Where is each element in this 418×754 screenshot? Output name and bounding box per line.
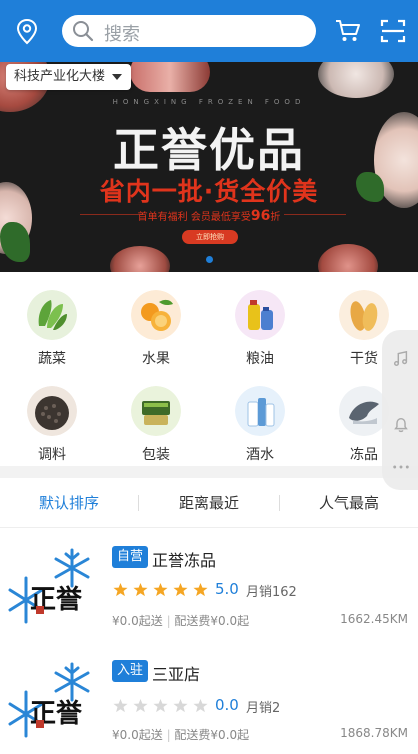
store-fees: ¥0.0起送 | 配送费¥0.0起 (112, 726, 249, 743)
banner-food-image (110, 246, 170, 272)
fruit-icon (131, 290, 181, 340)
packaging-icon (131, 386, 181, 436)
store-logo-snowflake: 正誉 (8, 662, 90, 738)
category-seasoning[interactable]: 调料 (0, 372, 104, 463)
sort-bar: 默认排序 距离最近 人气最高 (0, 478, 418, 528)
store-min-order: ¥0.0起送 (112, 728, 163, 742)
category-packaging[interactable]: 包装 (104, 372, 208, 463)
store-type-badge: 自营 (112, 546, 149, 568)
category-label: 蔬菜 (38, 351, 66, 367)
store-rating: 0.0 (215, 696, 239, 714)
star-icon (113, 582, 128, 597)
category-label: 水果 (142, 351, 170, 367)
promo-suffix: 折 (270, 212, 281, 223)
search-bar[interactable]: 搜索 (62, 15, 316, 47)
banner-promo: 首单有福利 会员最低享受96折 (0, 208, 418, 224)
top-bar: 搜索 (0, 0, 418, 62)
category-label: 酒水 (246, 447, 274, 463)
store-monthly-sales: 月销162 (246, 585, 297, 600)
promo-banner[interactable]: HONGXING FROZEN FOOD 正誉优品 省内一批·货全价美 首单有福… (0, 62, 418, 272)
category-label: 包装 (142, 447, 170, 463)
music-note-icon[interactable] (392, 350, 410, 368)
scan-icon[interactable] (380, 18, 406, 44)
banner-herb-image (0, 222, 30, 262)
category-label: 调料 (38, 447, 66, 463)
search-icon (73, 21, 94, 42)
store-rating: 5.0 (215, 580, 239, 598)
banner-food-image (130, 62, 210, 92)
seasoning-icon (27, 386, 77, 436)
floating-side-toolbar[interactable] (382, 330, 418, 490)
banner-food-image (318, 62, 394, 98)
store-distance: 1868.78KM (340, 726, 408, 740)
store-delivery-fee: 配送费¥0.0起 (174, 614, 250, 628)
buy-now-button[interactable]: 立即抢购 (182, 230, 238, 244)
category-fruit[interactable]: 水果 (104, 276, 208, 367)
category-grain-oil[interactable]: 粮油 (208, 276, 312, 367)
search-placeholder: 搜索 (104, 24, 140, 45)
grain-oil-icon (235, 290, 285, 340)
star-rating (113, 698, 208, 713)
promo-prefix: 首单有福利 会员最低享受 (137, 212, 251, 223)
store-fees: ¥0.0起送 | 配送费¥0.0起 (112, 612, 249, 629)
star-icon (173, 698, 188, 713)
store-logo-snowflake: 正誉 (8, 548, 90, 624)
cart-icon[interactable] (335, 19, 361, 43)
star-rating (113, 582, 208, 597)
store-list-item[interactable]: 正誉 自营 正誉冻品 5.0 月销162 ¥0.0起送 | 配送费¥0.0起 1… (0, 530, 418, 650)
location-label: 科技产业化大楼 (14, 69, 106, 84)
store-list-item[interactable]: 正誉 入驻 三亚店 0.0 月销2 ¥0.0起送 | 配送费¥0.0起 1868… (0, 644, 418, 754)
drinks-icon (235, 386, 285, 436)
store-name: 正誉冻品 (152, 551, 217, 570)
location-selector[interactable]: 科技产业化大楼 (6, 64, 132, 90)
vegetables-icon (27, 290, 77, 340)
store-distance: 1662.45KM (340, 612, 408, 626)
sort-nearest-tab[interactable]: 距离最近 (139, 478, 279, 528)
star-icon (153, 582, 168, 597)
promo-discount: 96 (250, 208, 271, 224)
more-dots-icon[interactable] (392, 464, 410, 470)
star-icon (153, 698, 168, 713)
banner-food-image (318, 244, 378, 272)
section-divider (0, 466, 418, 478)
store-name: 三亚店 (152, 665, 201, 684)
star-icon (133, 698, 148, 713)
location-pin-icon[interactable] (14, 18, 40, 46)
store-delivery-fee: 配送费¥0.0起 (174, 728, 250, 742)
star-icon (113, 698, 128, 713)
store-type-badge: 入驻 (112, 660, 149, 682)
banner-subtitle: HONGXING FROZEN FOOD (112, 98, 306, 106)
star-icon (173, 582, 188, 597)
star-icon (193, 698, 208, 713)
banner-slogan: 省内一批·货全价美 (99, 177, 319, 206)
bell-icon[interactable] (392, 416, 410, 434)
category-vegetables[interactable]: 蔬菜 (0, 276, 104, 367)
star-icon (133, 582, 148, 597)
star-icon (193, 582, 208, 597)
store-min-order: ¥0.0起送 (112, 614, 163, 628)
page: 搜索 HONGXING FROZEN FOOD 正誉优品 省内一批·货全价美 首… (0, 0, 418, 754)
sort-default-tab[interactable]: 默认排序 (0, 478, 138, 528)
store-monthly-sales: 月销2 (246, 701, 281, 716)
caret-down-icon (112, 74, 123, 80)
category-grid: 蔬菜 水果 粮油 干货 调料 包装 酒水 冻品 (0, 272, 418, 466)
banner-title: 正誉优品 (113, 123, 305, 177)
category-drinks[interactable]: 酒水 (208, 372, 312, 463)
carousel-indicator[interactable] (206, 256, 213, 263)
dry-goods-icon (339, 290, 389, 340)
category-label: 粮油 (246, 351, 274, 367)
